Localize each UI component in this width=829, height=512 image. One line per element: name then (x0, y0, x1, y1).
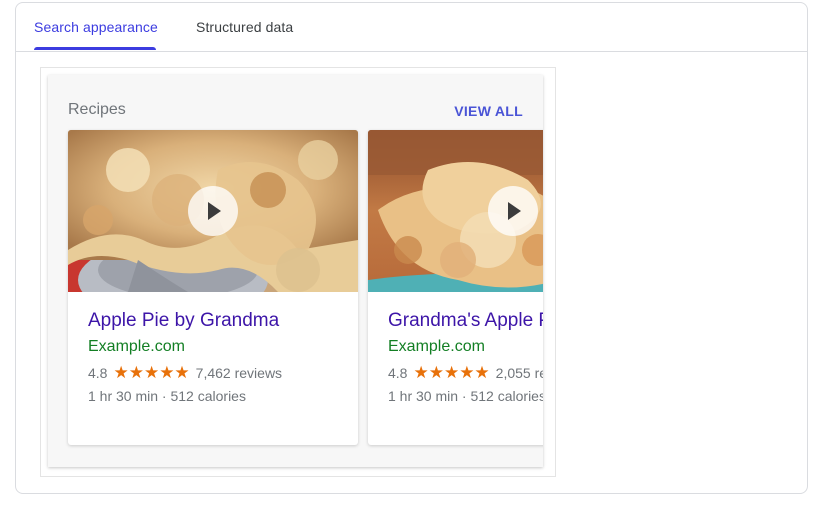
recipe-title[interactable]: Grandma's Apple Pie (388, 310, 543, 332)
rating-stars-icon: ★★★★★ (413, 363, 490, 382)
recipe-source: Example.com (388, 338, 485, 355)
carousel-title: Recipes (68, 101, 126, 118)
tab-search-appearance[interactable]: Search appearance (34, 3, 158, 51)
review-count: 2,055 reviews (495, 365, 543, 381)
recipe-thumbnail (68, 130, 358, 292)
rating-value: 4.8 (388, 365, 408, 381)
recipe-meta: 1 hr 30 min · 512 calories (88, 388, 246, 404)
play-video-button[interactable] (188, 186, 238, 236)
recipe-card[interactable]: Grandma's Apple Pie Example.com 4.8 ★★★★… (368, 130, 543, 445)
play-icon (208, 202, 221, 220)
review-count: 7,462 reviews (195, 365, 283, 381)
search-preview-frame: Recipes VIEW ALL Apple Pie by Grandma Ex… (40, 67, 556, 477)
play-video-button[interactable] (488, 186, 538, 236)
preview-panel: Search appearance Structured data Recipe… (15, 2, 808, 494)
recipe-carousel: Recipes VIEW ALL Apple Pie by Grandma Ex… (48, 75, 543, 467)
recipe-source: Example.com (88, 338, 185, 355)
tab-bar: Search appearance Structured data (16, 3, 807, 52)
recipe-card[interactable]: Apple Pie by Grandma Example.com 4.8 ★★★… (68, 130, 358, 445)
view-all-link[interactable]: VIEW ALL (454, 103, 523, 119)
active-tab-indicator (34, 47, 156, 50)
recipe-rating-row: 4.8 ★★★★★ 2,055 reviews (388, 363, 543, 383)
rating-stars-icon: ★★★★★ (113, 363, 190, 382)
tab-structured-data[interactable]: Structured data (196, 3, 293, 51)
recipe-thumbnail (368, 130, 543, 292)
rating-value: 4.8 (88, 365, 108, 381)
play-icon (508, 202, 521, 220)
recipe-title[interactable]: Apple Pie by Grandma (88, 310, 279, 332)
recipe-rating-row: 4.8 ★★★★★ 7,462 reviews (88, 363, 282, 383)
recipe-meta: 1 hr 30 min · 512 calories (388, 388, 543, 404)
